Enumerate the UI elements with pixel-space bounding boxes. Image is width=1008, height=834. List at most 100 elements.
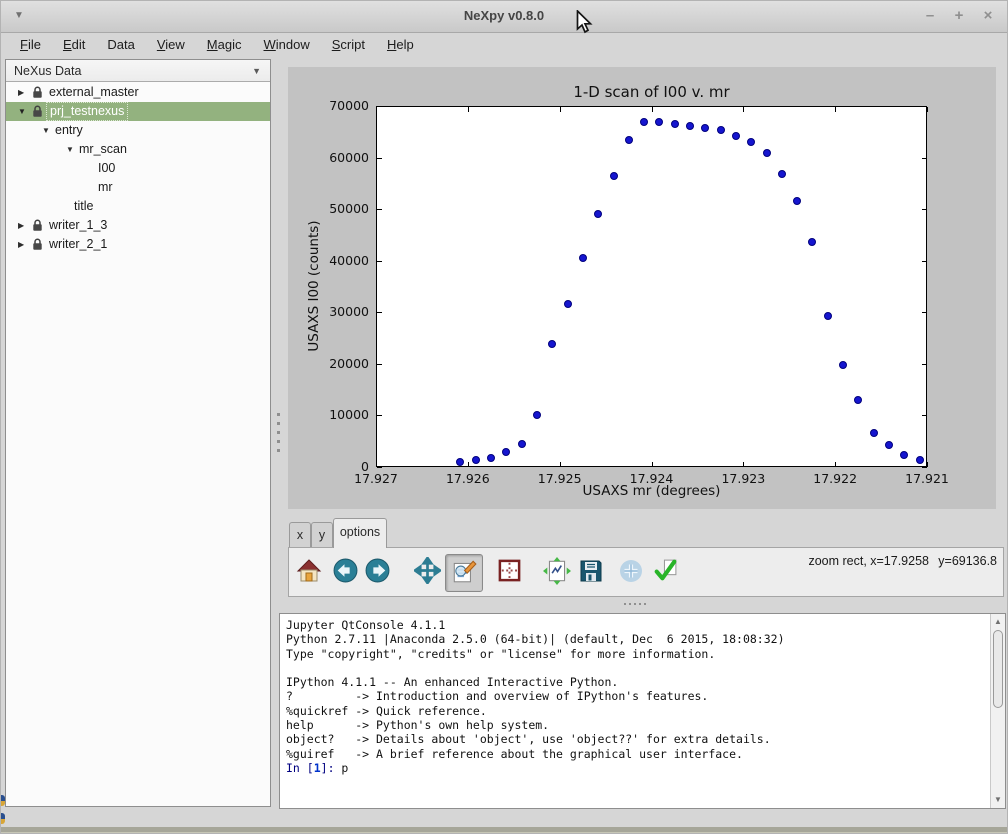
tree-item-mr[interactable]: mr [6,178,270,197]
x-tick-mark [560,462,561,467]
y-tick-mark [922,364,927,365]
data-point [671,120,679,128]
menu-window[interactable]: Window [253,35,321,54]
tab-y[interactable]: y [311,522,333,547]
forward-button[interactable] [361,559,393,587]
console-line: help -> Python's own help system. [286,718,987,732]
console-line: %guiref -> A brief reference about the g… [286,747,987,761]
console-prompt-line[interactable]: In [1]: p [286,761,987,775]
console-line: IPython 4.1.1 -- An enhanced Interactive… [286,675,987,689]
minimize-button[interactable]: – [921,6,939,26]
menu-edit[interactable]: Edit [52,35,96,54]
tree-item-entry[interactable]: ▼entry [6,121,270,140]
expander-closed-icon[interactable]: ▶ [18,83,24,102]
back-button[interactable] [329,559,361,587]
nexpy-window: ▼ NeXpy v0.8.0 – + × FileEditDataViewMag… [0,0,1008,834]
y-tick-label: 0 [289,459,369,474]
x-tick-mark [652,107,653,112]
x-tick-label: 17.922 [800,471,870,486]
data-point [625,136,633,144]
console-line: ? -> Introduction and overview of IPytho… [286,689,987,703]
y-tick-mark [377,106,382,107]
x-tick-mark [468,462,469,467]
menu-help[interactable]: Help [376,35,425,54]
menu-data[interactable]: Data [96,35,145,54]
console-input[interactable]: p [341,761,348,775]
menu-file[interactable]: File [9,35,52,54]
x-tick-mark [835,462,836,467]
console-text[interactable]: Jupyter QtConsole 4.1.1Python 2.7.11 |An… [286,618,987,806]
y-axis-label: USAXS I00 (counts) [306,220,322,351]
pan-button[interactable] [411,559,443,587]
tree-item-I00[interactable]: I00 [6,159,270,178]
data-point [518,440,526,448]
y-tick-mark [377,467,382,468]
maximize-button[interactable]: + [950,6,968,26]
prompt-number: 1 [314,761,321,775]
x-tick-label: 17.925 [525,471,595,486]
apply-check-icon [652,557,679,589]
tree-item-prj_testnexus[interactable]: ▼ prj_testnexus [6,102,270,121]
window-bottom-edge [1,827,1007,833]
add-data-button[interactable] [615,559,647,587]
x-tick-label: 17.923 [708,471,778,486]
scrollbar-down-icon[interactable]: ▼ [991,793,1005,807]
prompt-text: In [ [286,761,314,775]
console-scrollbar[interactable]: ▲ ▼ [990,614,1005,808]
jupyter-console[interactable]: Jupyter QtConsole 4.1.1Python 2.7.11 |An… [279,613,1006,809]
tree-item-external_master[interactable]: ▶external_master [6,83,270,102]
y-tick-label: 50000 [289,201,369,216]
expander-closed-icon[interactable]: ▶ [18,216,24,235]
menu-magic[interactable]: Magic [196,35,253,54]
tree-item-writer_1_3[interactable]: ▶writer_1_3 [6,216,270,235]
console-line: Python 2.7.11 |Anaconda 2.5.0 (64-bit)| … [286,632,987,646]
mouse-cursor-icon [576,10,594,41]
x-tick-label: 17.926 [433,471,503,486]
data-point [472,456,480,464]
tree-header[interactable]: NeXus Data ▼ [6,60,270,82]
console-line [286,661,987,675]
status-y-text: y=69136.8 [938,554,997,568]
expander-open-icon[interactable]: ▼ [42,121,50,140]
tree-item-label: title [71,197,96,216]
configure-subplots-button[interactable] [493,559,525,587]
tree-item-title[interactable]: title [6,197,270,216]
save-button[interactable] [575,559,607,587]
x-tick-mark [652,462,653,467]
y-tick-label: 30000 [289,304,369,319]
customize-plot-button[interactable] [541,559,573,587]
tree-header-dropdown-icon[interactable]: ▼ [252,60,261,82]
tab-options[interactable]: options [333,518,387,548]
menu-script[interactable]: Script [321,35,376,54]
close-button[interactable]: × [979,6,997,26]
data-point [870,429,878,437]
zoom-rect-button[interactable] [445,554,483,592]
tree-item-label: prj_testnexus [46,102,128,121]
scrollbar-thumb[interactable] [993,630,1003,708]
console-line: Type "copyright", "credits" or "license"… [286,647,987,661]
tab-x[interactable]: x [289,522,311,547]
tree-item-mr_scan[interactable]: ▼mr_scan [6,140,270,159]
y-tick-mark [922,312,927,313]
apply-check-button[interactable] [649,559,681,587]
console-line: Jupyter QtConsole 4.1.1 [286,618,987,632]
expander-open-icon[interactable]: ▼ [66,140,74,159]
nexus-tree-panel: NeXus Data ▼ ▶external_master▼prj_testne… [5,59,271,807]
y-tick-mark [377,261,382,262]
pan-icon [414,557,441,589]
menu-view[interactable]: View [146,35,196,54]
plot-axes[interactable] [376,106,927,467]
data-point [564,300,572,308]
prompt-text: ]: [321,761,342,775]
y-tick-mark [377,415,382,416]
y-tick-mark [922,158,927,159]
expander-open-icon[interactable]: ▼ [18,102,26,121]
tree-item-writer_2_1[interactable]: ▶writer_2_1 [6,235,270,254]
y-tick-label: 60000 [289,150,369,165]
x-tick-mark [835,107,836,112]
plot-title: 1-D scan of I00 v. mr [376,83,927,101]
home-button[interactable] [293,559,325,587]
x-tick-mark [743,107,744,112]
scrollbar-up-icon[interactable]: ▲ [991,615,1005,629]
expander-closed-icon[interactable]: ▶ [18,235,24,254]
